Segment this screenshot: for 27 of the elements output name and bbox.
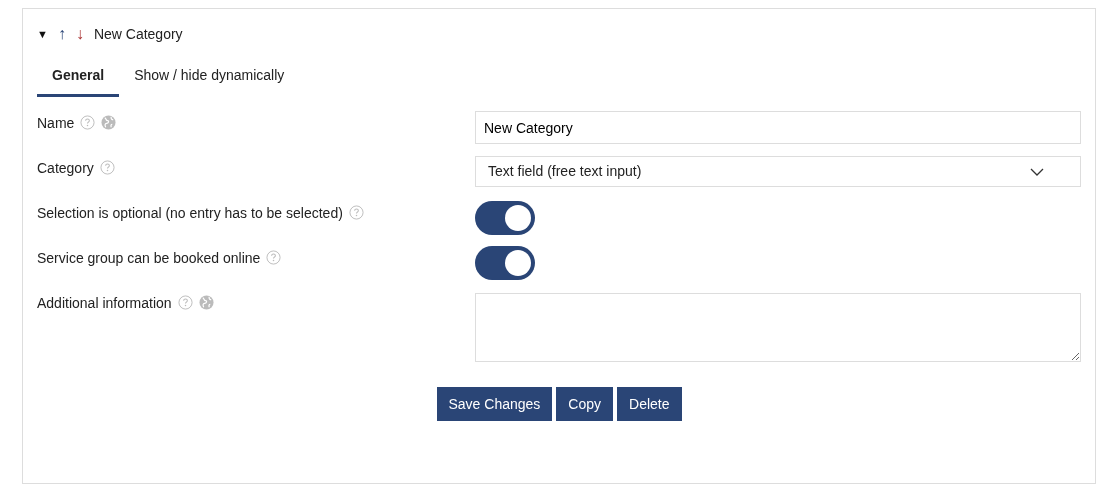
collapse-toggle[interactable]: ▼ <box>37 25 48 43</box>
tab[interactable]: Show / hide dynamically <box>119 65 300 97</box>
toggle-switch[interactable] <box>475 201 535 235</box>
action-button[interactable]: Save Changes <box>436 387 553 421</box>
action-button[interactable]: Delete <box>617 387 682 421</box>
field-label: Additional information <box>37 294 172 313</box>
help-icon[interactable] <box>348 205 364 220</box>
help-icon[interactable] <box>266 250 282 265</box>
toggle-switch[interactable] <box>475 246 535 280</box>
name-field[interactable]: New Category <box>475 111 1081 144</box>
move-down-button[interactable]: ↓ <box>75 22 84 46</box>
help-icon[interactable] <box>80 115 96 130</box>
field-label: Name <box>37 114 75 133</box>
tab[interactable]: General <box>37 65 120 97</box>
globe-icon[interactable] <box>198 295 214 310</box>
field-label: Service group can be booked online <box>37 249 261 268</box>
help-icon[interactable] <box>177 295 193 310</box>
field-label: Category <box>37 159 94 178</box>
chevron-down-icon <box>1030 167 1044 176</box>
category-select[interactable]: Text field (free text input) <box>475 156 1081 187</box>
globe-icon[interactable] <box>101 115 117 130</box>
help-icon[interactable] <box>99 160 115 175</box>
info-textarea[interactable] <box>475 293 1081 362</box>
field-label: Selection is optional (no entry has to be selected) <box>37 204 343 223</box>
move-up-button[interactable]: ↑ <box>57 22 66 46</box>
category-title: New Category <box>93 24 183 44</box>
action-button[interactable]: Copy <box>556 387 614 421</box>
